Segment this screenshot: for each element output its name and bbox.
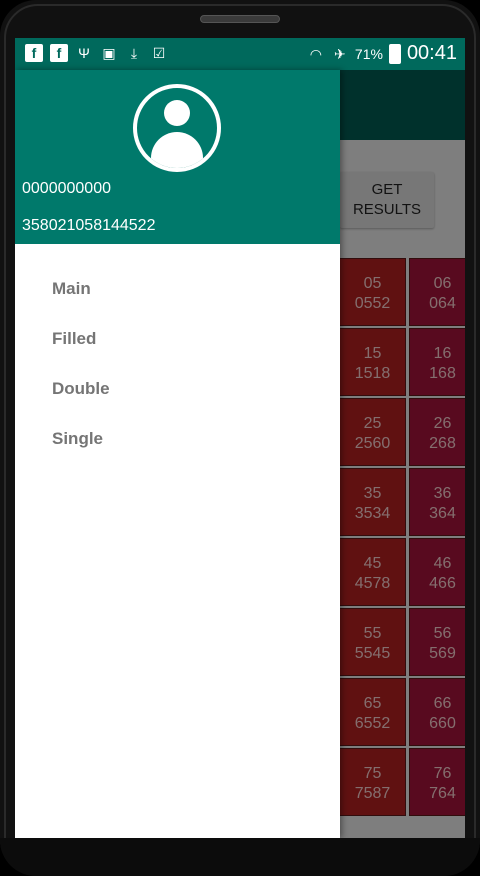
- drawer-header: 0000000000 358021058144522: [15, 70, 340, 244]
- menu-item-filled[interactable]: Filled: [15, 314, 340, 364]
- clock: 00:41: [406, 42, 457, 64]
- status-bar: f f Ψ ▣ ⤓ ☑ ◠ ✈ 71% 00:41: [15, 38, 465, 70]
- avatar-icon: [133, 84, 221, 172]
- speaker-grille: [200, 15, 280, 23]
- battery-icon: [388, 43, 401, 64]
- menu-item-main[interactable]: Main: [15, 264, 340, 314]
- battery-percentage: 71%: [354, 45, 383, 62]
- device-imei: 358021058144522: [22, 217, 156, 234]
- wifi-icon: ◠: [309, 45, 323, 62]
- phone-bottom-bezel: [0, 838, 480, 876]
- clipboard-check-icon: ☑: [152, 45, 166, 61]
- menu-item-single[interactable]: Single: [15, 414, 340, 464]
- usb-icon: Ψ: [78, 45, 90, 61]
- screen: f f Ψ ▣ ⤓ ☑ ◠ ✈ 71% 00:41 GET RESULTS 05…: [15, 38, 465, 838]
- facebook-notification-icon-2: f: [50, 44, 68, 62]
- download-icon: ⤓: [130, 45, 138, 61]
- navigation-drawer: 0000000000 358021058144522 Main Filled D…: [15, 70, 340, 838]
- menu-item-double[interactable]: Double: [15, 364, 340, 414]
- screenshot-icon: ▣: [102, 45, 116, 61]
- facebook-notification-icon: f: [25, 44, 43, 62]
- drawer-menu: Main Filled Double Single: [15, 244, 340, 464]
- airplane-mode-icon: ✈: [334, 45, 346, 62]
- user-phone-number: 0000000000: [22, 180, 111, 197]
